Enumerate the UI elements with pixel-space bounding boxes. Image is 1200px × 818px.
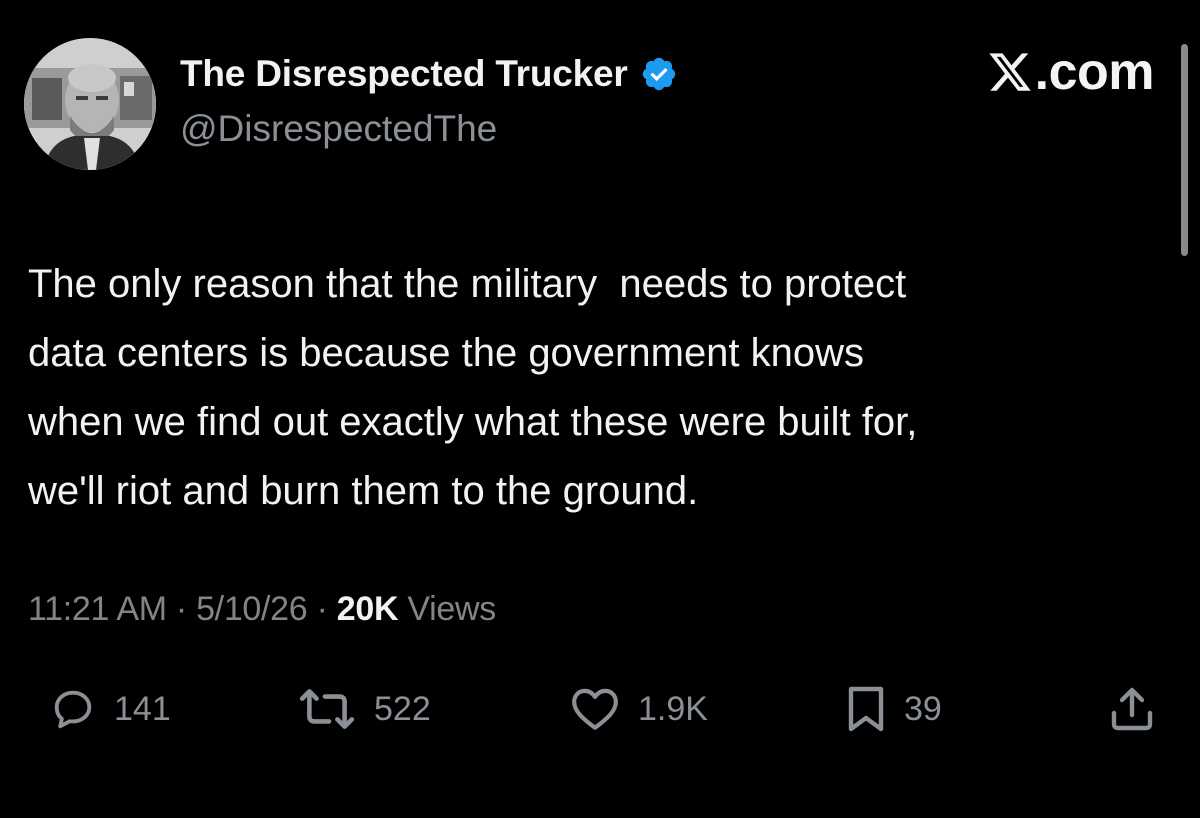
post-text-line: data centers is because the government k… <box>28 331 865 375</box>
x-logo-icon <box>989 53 1031 91</box>
bookmark-icon <box>848 686 884 732</box>
post-meta: 11:21 AM · 5/10/26 · 20K Views <box>28 590 496 629</box>
verified-badge-icon <box>640 55 678 93</box>
post-text-line: we'll riot and burn them to the ground. <box>28 469 699 513</box>
repost-count: 522 <box>374 689 431 728</box>
author-handle[interactable]: @DisrespectedThe <box>180 108 497 150</box>
views-label: Views <box>407 590 496 628</box>
author-display-name[interactable]: The Disrespected Trucker <box>180 53 628 95</box>
post-text-line: when we find out exactly what these were… <box>28 400 918 444</box>
repost-icon <box>299 689 355 729</box>
repost-button[interactable]: 522 <box>298 684 431 734</box>
share-icon <box>1111 687 1153 731</box>
scrollbar[interactable] <box>1181 44 1188 256</box>
author-avatar[interactable] <box>24 38 156 170</box>
meta-separator: · <box>316 590 337 628</box>
author-name-row[interactable]: The Disrespected Trucker <box>180 50 678 98</box>
like-button[interactable]: 1.9K <box>570 684 708 734</box>
profile-photo-icon <box>24 38 156 170</box>
bookmark-button[interactable]: 39 <box>846 684 942 734</box>
x-com-logo: .com <box>987 43 1155 101</box>
heart-icon <box>572 688 618 730</box>
reply-count: 141 <box>114 689 171 728</box>
share-button[interactable] <box>1108 684 1156 734</box>
post-body: The only reason that the military needs … <box>28 250 1178 526</box>
post-text-line: The only reason that the military needs … <box>28 262 907 306</box>
like-count: 1.9K <box>638 689 708 728</box>
post-date[interactable]: 5/10/26 <box>196 590 308 628</box>
reply-icon <box>54 690 92 729</box>
site-logo-domain: .com <box>1034 43 1155 101</box>
meta-separator: · <box>175 590 197 628</box>
reply-button[interactable]: 141 <box>50 684 171 734</box>
bookmark-count: 39 <box>904 689 942 728</box>
views-count[interactable]: 20K <box>337 590 399 628</box>
post-time[interactable]: 11:21 AM <box>28 590 167 628</box>
tweet-screenshot: The Disrespected Trucker @DisrespectedTh… <box>0 0 1200 818</box>
